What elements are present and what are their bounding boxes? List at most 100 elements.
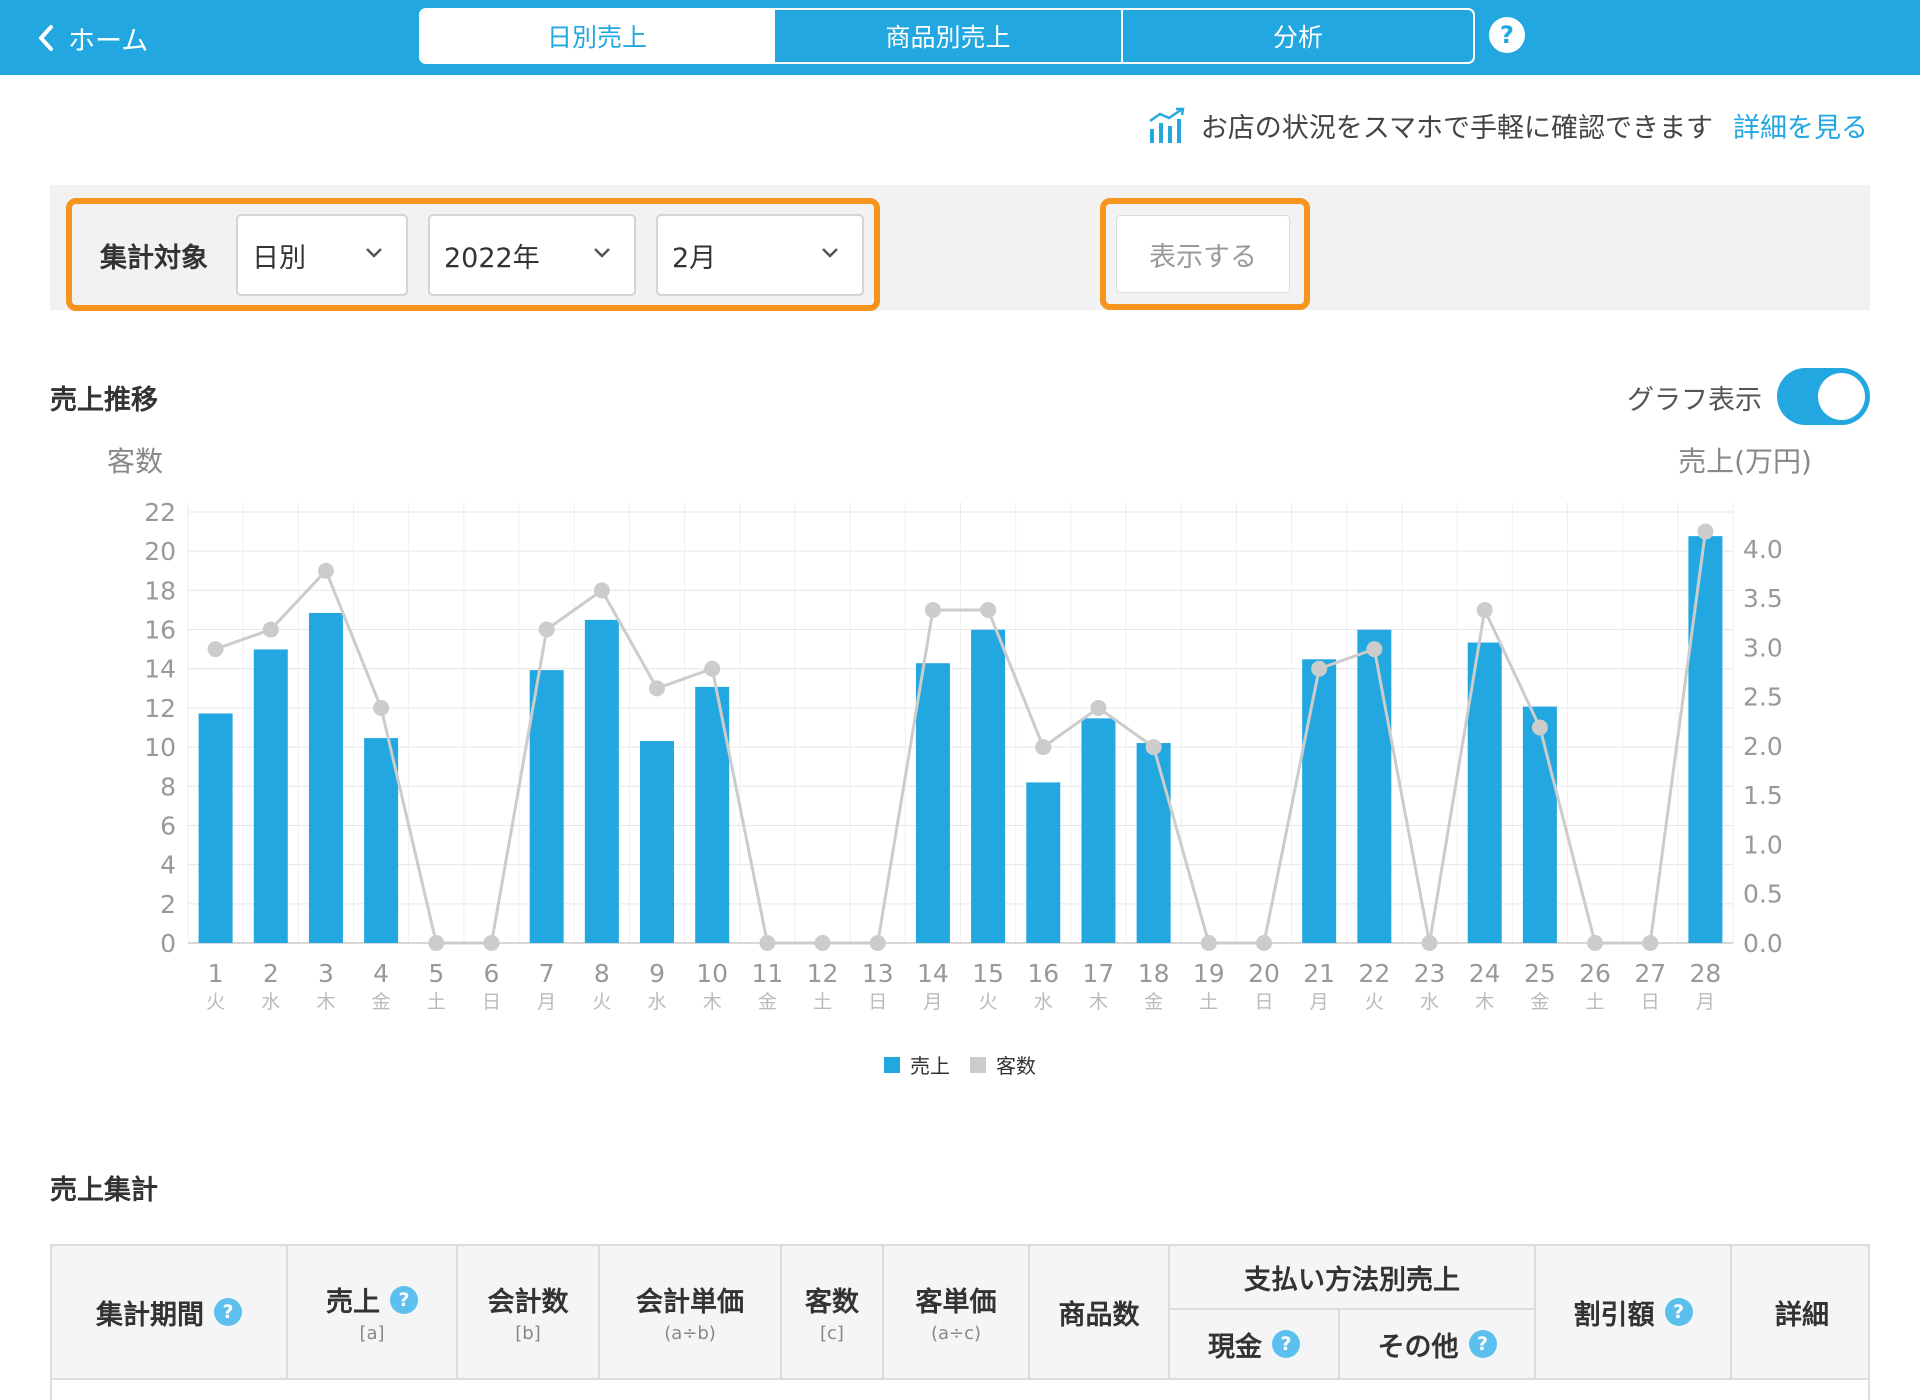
period-type-select[interactable]: 日別 <box>236 214 408 296</box>
point-customers <box>428 935 445 951</box>
bar-sales <box>1026 782 1061 943</box>
point-customers <box>1255 935 1272 951</box>
y-right-tick-label: 0.5 <box>1743 880 1783 909</box>
col-cash: 現金? <box>1170 1310 1340 1378</box>
x-tick-label: 4 <box>373 959 389 988</box>
x-weekday-label: 火 <box>206 991 225 1013</box>
bar-sales <box>1081 718 1116 943</box>
point-customers <box>759 935 776 951</box>
point-customers <box>1366 641 1383 658</box>
graph-toggle[interactable] <box>1777 368 1870 425</box>
x-tick-label: 6 <box>484 959 500 988</box>
x-tick-label: 3 <box>318 959 334 988</box>
point-customers <box>1476 601 1493 618</box>
x-tick-label: 13 <box>862 959 894 988</box>
x-weekday-label: 金 <box>1144 991 1163 1013</box>
tab-daily-sales[interactable]: 日別売上 <box>421 10 773 62</box>
graph-toggle-label: グラフ表示 <box>1627 385 1762 416</box>
x-tick-label: 24 <box>1469 959 1501 988</box>
chevron-down-icon <box>594 248 610 258</box>
x-tick-label: 7 <box>539 959 555 988</box>
point-customers <box>1035 739 1052 756</box>
x-tick-label: 18 <box>1138 959 1170 988</box>
y-left-tick-label: 12 <box>144 694 176 723</box>
point-customers <box>1697 523 1714 540</box>
help-icon[interactable]: ? <box>1489 17 1525 53</box>
col-discount: 割引額? <box>1536 1246 1732 1378</box>
x-tick-label: 1 <box>208 959 224 988</box>
x-tick-label: 28 <box>1690 959 1722 988</box>
point-customers <box>704 660 721 677</box>
x-weekday-label: 金 <box>372 991 391 1013</box>
col-sales-label: 売上 <box>326 1287 380 1318</box>
point-customers <box>924 601 941 618</box>
col-items-label: 商品数 <box>1058 1299 1140 1331</box>
back-button[interactable]: ホーム <box>38 18 148 58</box>
point-customers <box>483 935 500 951</box>
col-sales-sub: [a] <box>359 1323 385 1344</box>
x-weekday-label: 木 <box>703 991 722 1013</box>
tab-product-sales[interactable]: 商品別売上 <box>773 10 1121 62</box>
help-icon[interactable]: ? <box>1664 1298 1693 1326</box>
y-right-tick-label: 0.0 <box>1743 929 1783 958</box>
y-right-tick-label: 1.5 <box>1743 781 1783 810</box>
year-value: 2022年 <box>444 242 540 274</box>
col-discount-label: 割引額 <box>1573 1299 1655 1331</box>
x-tick-label: 10 <box>696 959 728 988</box>
x-tick-label: 17 <box>1083 959 1115 988</box>
col-avg-transaction-label: 会計単価 <box>636 1287 744 1318</box>
help-icon[interactable]: ? <box>1272 1330 1300 1358</box>
point-customers <box>593 582 610 599</box>
month-select[interactable]: 2月 <box>656 214 864 296</box>
bar-sales <box>253 649 288 943</box>
year-select[interactable]: 2022年 <box>428 214 636 296</box>
chevron-down-icon <box>822 248 838 258</box>
col-sales: 売上? [a] <box>288 1246 458 1378</box>
help-icon[interactable]: ? <box>1468 1330 1497 1358</box>
x-tick-label: 11 <box>751 959 783 988</box>
y-left-tick-label: 18 <box>144 576 176 605</box>
promo-details-link[interactable]: 詳細を見る <box>1733 106 1868 145</box>
x-weekday-label: 日 <box>868 991 887 1013</box>
col-payment-group: 支払い方法別売上 <box>1170 1246 1536 1310</box>
sales-chart: 客数 売上(万円)02468101214161820220.00.51.01.52… <box>107 445 1812 1078</box>
point-customers <box>1090 699 1107 716</box>
point-customers <box>317 562 334 579</box>
x-tick-label: 9 <box>649 959 665 988</box>
filter-label: 集計対象 <box>100 243 208 274</box>
x-tick-label: 2 <box>263 959 279 988</box>
bar-sales <box>584 619 619 943</box>
col-transactions-sub: [b] <box>515 1323 541 1344</box>
toggle-knob <box>1818 373 1865 420</box>
y-right-tick-label: 1.0 <box>1743 830 1783 859</box>
col-customers-sub: [c] <box>820 1323 844 1344</box>
x-weekday-label: 火 <box>1365 991 1384 1013</box>
table-body <box>52 1378 1868 1400</box>
summary-section-title: 売上集計 <box>50 1175 158 1206</box>
x-weekday-label: 月 <box>1696 991 1715 1013</box>
col-cash-label: 現金 <box>1208 1331 1262 1363</box>
tab-analysis[interactable]: 分析 <box>1121 10 1473 62</box>
x-weekday-label: 土 <box>813 991 832 1013</box>
x-tick-label: 15 <box>972 959 1004 988</box>
y-left-tick-label: 10 <box>144 733 176 762</box>
legend-label-customers: 客数 <box>996 1054 1036 1078</box>
month-value: 2月 <box>672 242 717 274</box>
help-icon[interactable]: ? <box>390 1285 418 1314</box>
y-left-tick-label: 20 <box>144 537 176 566</box>
x-weekday-label: 火 <box>592 991 611 1013</box>
x-weekday-label: 月 <box>923 991 942 1013</box>
x-weekday-label: 日 <box>1641 991 1660 1013</box>
y-right-tick-label: 4.0 <box>1743 535 1783 564</box>
help-icon[interactable]: ? <box>214 1298 242 1326</box>
x-weekday-label: 日 <box>1254 991 1273 1013</box>
bar-sales <box>198 713 233 943</box>
col-detail: 詳細 <box>1732 1246 1868 1378</box>
y-left-tick-label: 16 <box>144 616 176 645</box>
x-tick-label: 20 <box>1248 959 1280 988</box>
col-other-label: その他 <box>1377 1331 1459 1363</box>
top-bar: ホーム 日別売上 商品別売上 分析 ? <box>0 0 1920 75</box>
x-weekday-label: 木 <box>1089 991 1108 1013</box>
show-button[interactable]: 表示する <box>1116 215 1290 293</box>
y-left-axis-title: 客数 <box>107 445 163 478</box>
